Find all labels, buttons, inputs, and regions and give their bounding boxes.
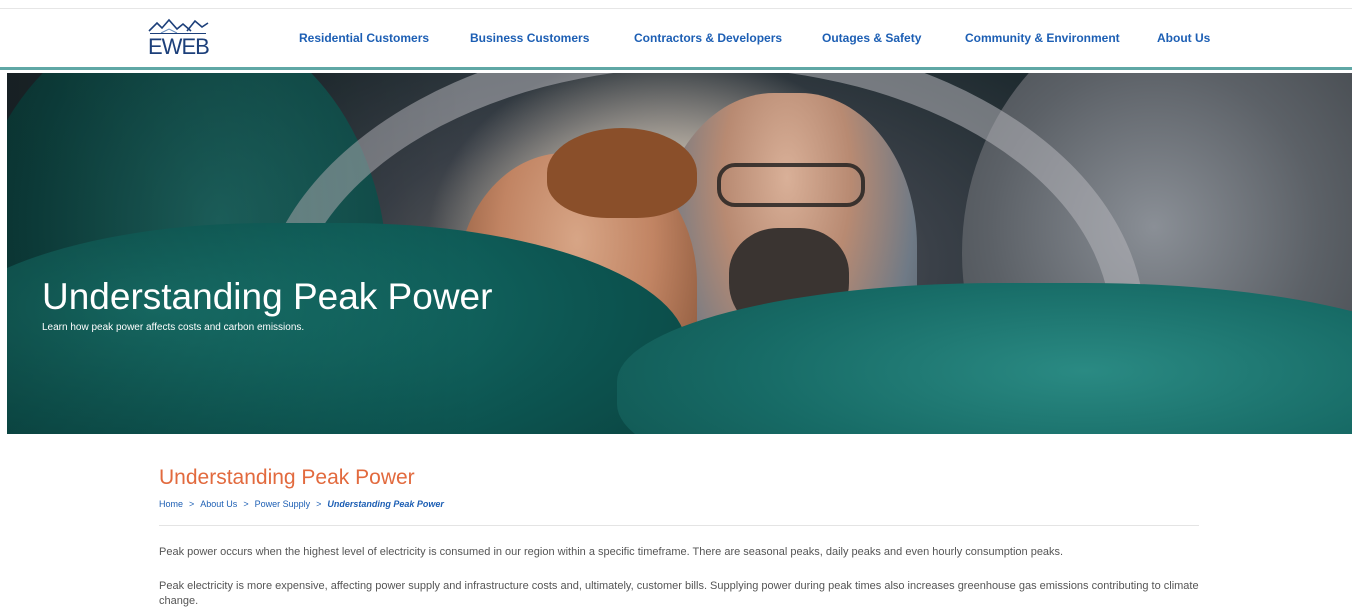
nav-business-customers[interactable]: Business Customers	[470, 31, 589, 45]
breadcrumb-power-supply[interactable]: Power Supply	[255, 499, 311, 509]
nav-about-us[interactable]: About Us	[1157, 31, 1210, 45]
content-divider	[159, 525, 1199, 526]
hero-subtitle: Learn how peak power affects costs and c…	[42, 322, 305, 333]
breadcrumb: Home > About Us > Power Supply > Understanding…	[159, 499, 444, 509]
paragraph: Peak electricity is more expensive, affe…	[159, 580, 1199, 607]
hero-banner: Understanding Peak Power Learn how peak …	[7, 73, 1352, 434]
page-title: Understanding Peak Power	[159, 466, 415, 489]
breadcrumb-separator: >	[243, 499, 249, 509]
hero-overlay	[7, 73, 1352, 434]
paragraph: Peak power occurs when the highest level…	[159, 546, 1064, 558]
breadcrumb-separator: >	[189, 499, 195, 509]
breadcrumb-home[interactable]: Home	[159, 499, 183, 509]
logo-wordmark: EWEB	[148, 34, 210, 59]
nav-community-environment[interactable]: Community & Environment	[965, 31, 1120, 45]
breadcrumb-separator: >	[316, 499, 322, 509]
nav-residential-customers[interactable]: Residential Customers	[299, 31, 429, 45]
breadcrumb-about-us[interactable]: About Us	[200, 499, 237, 509]
hero-title: Understanding Peak Power	[42, 276, 493, 317]
breadcrumb-current: Understanding Peak Power	[327, 499, 444, 509]
header-top-rule	[0, 8, 1352, 9]
nav-contractors-developers[interactable]: Contractors & Developers	[634, 31, 782, 45]
eweb-logo[interactable]: EWEB	[147, 17, 210, 61]
site-header: EWEB Residential Customers Business Cust…	[0, 0, 1352, 70]
nav-outages-safety[interactable]: Outages & Safety	[822, 31, 921, 45]
